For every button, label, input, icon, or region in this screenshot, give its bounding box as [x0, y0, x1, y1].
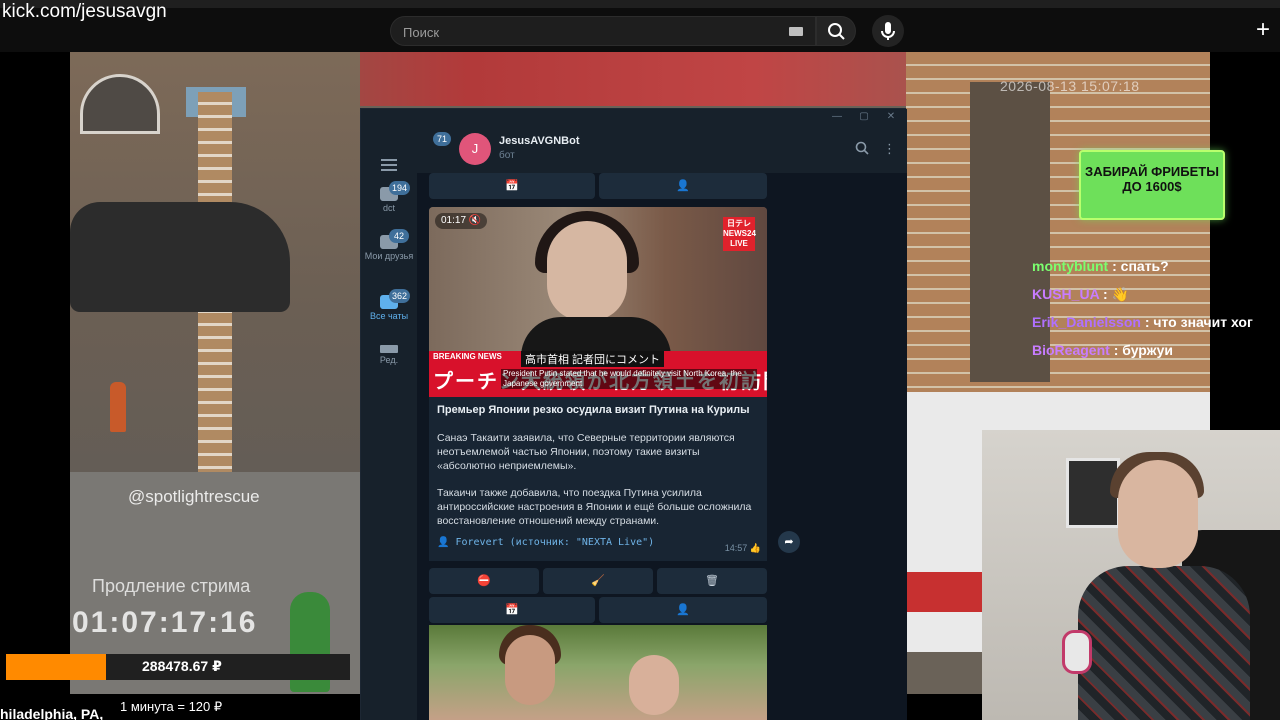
- inline-keyboard: ⛔ 🧹 🗑: [429, 568, 767, 594]
- profile-button[interactable]: 👤: [599, 173, 767, 199]
- voice-search-button[interactable]: [872, 15, 904, 47]
- chat-message: montyblunt : спать?: [1032, 258, 1280, 286]
- unread-badge: 42: [389, 229, 409, 243]
- search-input[interactable]: [403, 22, 763, 42]
- donation-progress-fill: [6, 654, 106, 680]
- chat-text: : буржуи: [1113, 342, 1173, 358]
- folder-dct[interactable]: 194 dct: [361, 181, 417, 214]
- watermark: @spotlightrescue: [128, 487, 260, 506]
- back-unread-badge[interactable]: 71: [433, 132, 452, 146]
- folder-all-chats[interactable]: 362 Все чаты: [361, 289, 417, 322]
- tab-strip: [0, 0, 1280, 8]
- search-box[interactable]: [390, 16, 816, 46]
- folder-label: dct: [382, 203, 395, 213]
- chat-header: 71 J JesusAVGNBot бот ⋮: [417, 127, 907, 173]
- message-paragraph: Такаичи также добавила, что поездка Пути…: [437, 487, 752, 527]
- chat-subtitle: бот: [499, 150, 515, 161]
- message-paragraph: Санаэ Такаити заявила, что Северные терр…: [437, 432, 735, 472]
- message-bubble[interactable]: Премьер Японии резко осудила визит Путин…: [429, 397, 767, 561]
- chat-username: BioReagent: [1032, 342, 1110, 358]
- rate-label: 1 минута = 120 ₽: [120, 699, 223, 714]
- video-duration: 01:17 🔇: [435, 213, 488, 229]
- chat-message: BioReagent : буржуи: [1032, 342, 1280, 370]
- microphone-icon: [881, 22, 895, 40]
- sliders-icon: [380, 345, 398, 353]
- menu-icon[interactable]: [381, 159, 397, 171]
- inline-keyboard: 📅 👤: [429, 173, 767, 199]
- avatar[interactable]: J: [459, 133, 491, 165]
- chat-username: montyblunt: [1032, 258, 1109, 274]
- calendar-button[interactable]: 📅: [429, 173, 595, 199]
- chat-text: : что значит хог: [1144, 314, 1253, 330]
- promo-banner[interactable]: ЗАБИРАЙ ФРИБЕТЫ ДО 1600$: [1079, 150, 1225, 220]
- block-button[interactable]: ⛔: [429, 568, 539, 594]
- stream-timer: 01:07:17:16: [72, 606, 258, 639]
- delete-button[interactable]: 🗑: [657, 568, 767, 594]
- breaking-news-label: BREAKING NEWS: [429, 351, 506, 363]
- message-source[interactable]: 👤 Forevert (источник: "NEXTA Live"): [437, 537, 654, 548]
- maximize-icon[interactable]: ▢: [858, 111, 870, 123]
- profile-button[interactable]: 👤: [599, 597, 767, 623]
- chat-message: KUSH_UA : 👋: [1032, 286, 1280, 314]
- search-button[interactable]: [816, 16, 856, 46]
- chat-username: Erik_Danielsson: [1032, 314, 1141, 330]
- channel-logo: 日テレ NEWS24 LIVE: [723, 217, 756, 251]
- message-title: Премьер Японии резко осудила визит Путин…: [437, 404, 750, 416]
- stream-url: kick.com/jesusavgn: [2, 1, 167, 22]
- forward-icon[interactable]: ➦: [778, 531, 800, 553]
- folder-friends[interactable]: 42 Мои друзья: [361, 229, 417, 262]
- chat-text: : 👋: [1103, 286, 1130, 302]
- ticker-caption: President Putin stated that he would def…: [501, 369, 757, 389]
- folder-edit[interactable]: Ред.: [361, 345, 417, 366]
- chat-message: Erik_Danielsson : что значит хог: [1032, 314, 1280, 342]
- calendar-button[interactable]: 📅: [429, 597, 595, 623]
- browser-top-bar: kick.com/jesusavgn +: [0, 0, 1280, 52]
- folder-label: Ред.: [379, 355, 399, 365]
- inline-keyboard: 📅 👤: [429, 597, 767, 623]
- camera-timestamp: 2026-08-13 15:07:18: [1000, 78, 1140, 94]
- webcam-overlay: [982, 430, 1280, 720]
- unread-badge: 194: [389, 181, 411, 195]
- donation-amount: 288478.67 ₽: [142, 658, 222, 674]
- donation-progress-bar: 288478.67 ₽: [6, 654, 350, 680]
- minimize-icon[interactable]: —: [831, 111, 843, 123]
- chat-username: KUSH_UA: [1032, 286, 1100, 302]
- telegram-window[interactable]: — ▢ ✕ 194 dct 42 Мои друзья 362 Все чаты…: [360, 108, 907, 720]
- location-label: hiladelphia, PA,: [0, 706, 104, 720]
- clean-button[interactable]: 🧹: [543, 568, 653, 594]
- chat-text: : спать?: [1112, 258, 1169, 274]
- create-button[interactable]: +: [1250, 18, 1276, 44]
- window-titlebar[interactable]: — ▢ ✕: [361, 109, 907, 127]
- keyboard-icon[interactable]: [789, 27, 803, 36]
- close-icon[interactable]: ✕: [885, 111, 897, 123]
- unread-badge: 362: [389, 289, 411, 303]
- chat-title[interactable]: JesusAVGNBot: [499, 135, 579, 147]
- prolong-label: Продление стрима: [92, 576, 251, 596]
- more-icon[interactable]: ⋮: [883, 141, 896, 157]
- message-list[interactable]: 📅 👤 01:17 🔇 日テレ NEWS24 LIVE BREAKING NEW…: [417, 173, 907, 720]
- message-time: 14:57 👍: [724, 543, 761, 553]
- search-icon: [828, 23, 845, 40]
- photo-thumbnail[interactable]: [429, 625, 767, 720]
- folder-label: Мои друзья: [364, 251, 414, 261]
- folder-sidebar: 194 dct 42 Мои друзья 362 Все чаты Ред.: [361, 127, 417, 720]
- chat-overlay: montyblunt : спать? KUSH_UA : 👋 Erik_Dan…: [1032, 258, 1280, 370]
- video-thumbnail[interactable]: 01:17 🔇 日テレ NEWS24 LIVE BREAKING NEWS 高市…: [429, 207, 767, 397]
- folder-label: Все чаты: [369, 311, 409, 321]
- microphone-icon: [1062, 630, 1092, 674]
- search-icon[interactable]: [855, 141, 869, 158]
